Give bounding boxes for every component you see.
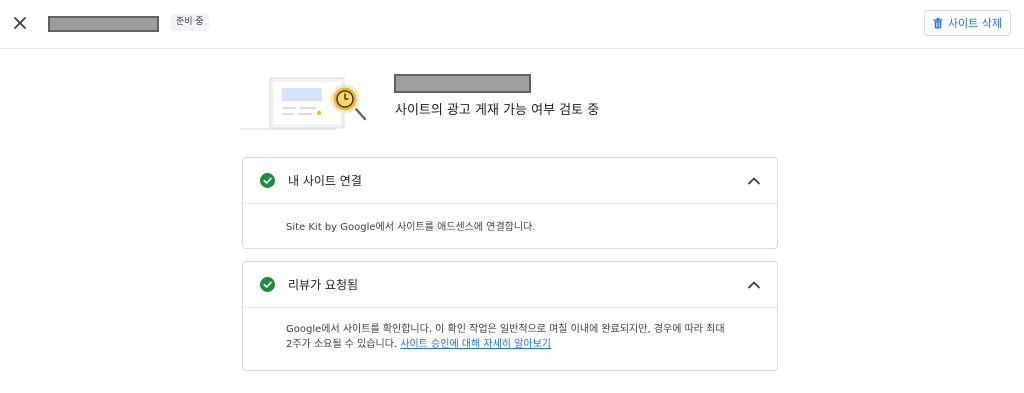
redacted-site-name — [48, 16, 159, 32]
review-requested-card: 리뷰가 요청됨 Google에서 사이트를 확인합니다. 이 확인 작업은 일반… — [242, 261, 778, 371]
review-illustration — [240, 70, 370, 132]
connect-site-card-header[interactable]: 내 사이트 연결 — [243, 158, 777, 204]
close-button[interactable] — [10, 13, 30, 33]
connect-site-card: 내 사이트 연결 Site Kit by Google에서 사이트를 애드센스에… — [242, 157, 778, 249]
review-requested-card-header[interactable]: 리뷰가 요청됨 — [243, 262, 777, 308]
check-circle-icon — [260, 277, 275, 292]
chevron-up-icon[interactable] — [747, 174, 761, 188]
learn-more-link[interactable]: 사이트 승인에 대해 자세히 알아보기 — [400, 339, 551, 350]
chevron-up-icon[interactable] — [747, 278, 761, 292]
review-status-text: 사이트의 광고 게재 가능 여부 검토 중 — [395, 103, 600, 118]
connect-site-description: Site Kit by Google에서 사이트를 애드센스에 연결합니다. — [286, 222, 536, 233]
delete-site-button[interactable]: 사이트 삭제 — [924, 10, 1011, 36]
connect-site-title: 내 사이트 연결 — [288, 174, 362, 188]
close-icon — [14, 17, 26, 29]
review-requested-title: 리뷰가 요청됨 — [288, 278, 359, 292]
redacted-site-url — [394, 74, 531, 93]
delete-button-label: 사이트 삭제 — [947, 17, 1003, 30]
status-badge: 준비 중 — [171, 14, 209, 31]
review-requested-body: Google에서 사이트를 확인합니다. 이 확인 작업은 일반적으로 며칠 이… — [243, 308, 777, 352]
check-circle-icon — [260, 173, 275, 188]
connect-site-body: Site Kit by Google에서 사이트를 애드센스에 연결합니다. — [243, 204, 777, 235]
trash-icon — [933, 17, 943, 28]
top-bar: 준비 중 사이트 삭제 — [0, 0, 1024, 49]
magnifier-clock-icon — [240, 77, 367, 130]
